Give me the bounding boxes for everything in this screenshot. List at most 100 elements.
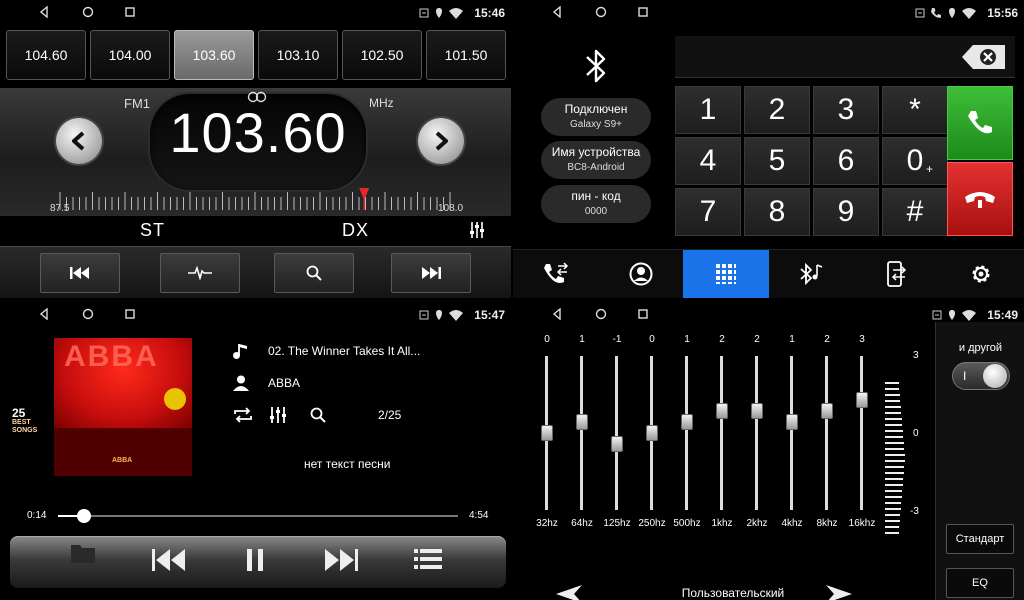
backspace-icon[interactable]	[961, 44, 1007, 70]
dialpad-icon	[715, 264, 736, 284]
key-9[interactable]: 9	[813, 188, 879, 236]
next-button[interactable]	[391, 253, 471, 293]
preset-1[interactable]: 104.60	[6, 30, 86, 80]
tab-bluetooth-music[interactable]	[769, 250, 854, 298]
recents-icon[interactable]	[637, 6, 651, 20]
key-1[interactable]: 1	[675, 86, 741, 134]
key-3[interactable]: 3	[813, 86, 879, 134]
scale-tick	[885, 490, 902, 492]
track-row: 02. The Winner Takes It All...	[232, 342, 420, 360]
home-icon[interactable]	[595, 6, 609, 20]
scan-button[interactable]	[160, 253, 240, 293]
eq-button[interactable]: EQ	[946, 568, 1014, 598]
preset-list: 104.60 104.00 103.60 103.10 102.50 101.5…	[6, 30, 506, 80]
tab-settings[interactable]	[939, 250, 1024, 298]
preset-2[interactable]: 104.00	[90, 30, 170, 80]
pause-button[interactable]	[246, 548, 264, 572]
status-bar: 15:47	[0, 302, 511, 328]
contacts-icon	[629, 262, 653, 286]
band-track[interactable]	[755, 356, 758, 510]
band-track[interactable]	[580, 356, 583, 510]
band-slider-knob[interactable]	[611, 436, 623, 452]
progress-knob[interactable]	[77, 509, 91, 523]
scale-tick	[885, 496, 902, 498]
band-track[interactable]	[860, 356, 863, 510]
back-icon[interactable]	[38, 308, 52, 322]
stereo-mode-toggle[interactable]: ST	[140, 220, 165, 241]
progress-track[interactable]	[58, 509, 458, 523]
tab-phone-transfer[interactable]	[854, 250, 939, 298]
standard-button[interactable]: Стандарт	[946, 524, 1014, 554]
hang-up-button[interactable]	[947, 162, 1013, 236]
next-preset-arrow[interactable]	[825, 584, 853, 600]
tab-call-log[interactable]	[513, 250, 598, 298]
home-icon[interactable]	[82, 308, 96, 322]
key-8[interactable]: 8	[744, 188, 810, 236]
band-value: 1	[579, 334, 585, 345]
back-icon[interactable]	[551, 308, 565, 322]
band-track[interactable]	[685, 356, 688, 510]
band-slider-knob[interactable]	[681, 414, 693, 430]
previous-preset-arrow[interactable]	[555, 584, 583, 600]
key-star[interactable]: *	[882, 86, 948, 134]
loudness-toggle[interactable]: I	[952, 362, 1010, 390]
previous-track-button[interactable]	[152, 548, 186, 572]
seek-down-button[interactable]	[56, 118, 102, 164]
dx-mode-toggle[interactable]: DX	[342, 220, 369, 241]
band-slider-knob[interactable]	[821, 403, 833, 419]
recents-icon[interactable]	[124, 308, 138, 322]
seek-up-button[interactable]	[418, 118, 464, 164]
clock: 15:49	[987, 308, 1018, 322]
band-slider-knob[interactable]	[751, 403, 763, 419]
preset-6[interactable]: 101.50	[426, 30, 506, 80]
band-track[interactable]	[615, 356, 618, 510]
key-0[interactable]: 0 +	[882, 137, 948, 185]
recents-icon[interactable]	[637, 308, 651, 322]
call-button[interactable]	[947, 86, 1013, 160]
band-slider-knob[interactable]	[646, 425, 658, 441]
search-icon[interactable]	[310, 407, 326, 423]
preset-4[interactable]: 103.10	[258, 30, 338, 80]
band-track[interactable]	[720, 356, 723, 510]
preset-5[interactable]: 102.50	[342, 30, 422, 80]
chevron-left-icon	[72, 131, 85, 151]
repeat-icon[interactable]	[232, 406, 254, 424]
scale-tick	[885, 412, 901, 414]
band-slider-knob[interactable]	[541, 425, 553, 441]
preset-3-active[interactable]: 103.60	[174, 30, 254, 80]
scale-tick	[885, 502, 901, 504]
key-6[interactable]: 6	[813, 137, 879, 185]
phone-panel: 15:56 Подключен Galaxy S9+ Имя устройств…	[513, 0, 1024, 298]
equalizer-icon[interactable]	[268, 406, 288, 424]
band-track[interactable]	[790, 356, 793, 510]
key-hash[interactable]: #	[882, 188, 948, 236]
key-4[interactable]: 4	[675, 137, 741, 185]
notification-icon	[419, 310, 429, 320]
scale-tick	[885, 418, 902, 420]
tab-dialpad[interactable]	[683, 250, 769, 298]
previous-button[interactable]	[40, 253, 120, 293]
search-button[interactable]	[274, 253, 354, 293]
band-slider-knob[interactable]	[576, 414, 588, 430]
key-5[interactable]: 5	[744, 137, 810, 185]
home-icon[interactable]	[595, 308, 609, 322]
band-slider-knob[interactable]	[856, 392, 868, 408]
band-track[interactable]	[825, 356, 828, 510]
home-icon[interactable]	[82, 6, 96, 20]
scale-tick	[885, 454, 905, 456]
equalizer-icon[interactable]	[468, 221, 486, 239]
back-icon[interactable]	[551, 6, 565, 20]
key-2[interactable]: 2	[744, 86, 810, 134]
bluetooth-icon	[586, 49, 606, 83]
tuning-scale[interactable]	[0, 188, 511, 216]
recents-icon[interactable]	[124, 6, 138, 20]
back-icon[interactable]	[38, 6, 52, 20]
key-7[interactable]: 7	[675, 188, 741, 236]
next-track-button[interactable]	[324, 548, 358, 572]
band-slider-knob[interactable]	[786, 414, 798, 430]
scale-tick	[885, 400, 900, 402]
tab-contacts[interactable]	[598, 250, 683, 298]
playlist-button[interactable]	[414, 548, 442, 570]
band-slider-knob[interactable]	[716, 403, 728, 419]
folder-button[interactable]	[70, 542, 96, 564]
